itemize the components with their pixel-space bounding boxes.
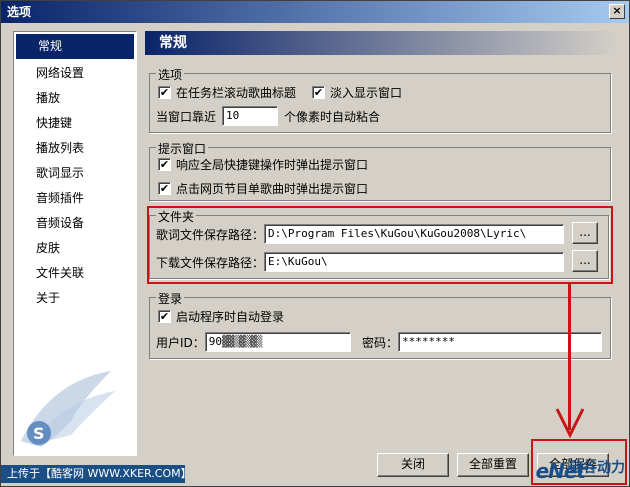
- login-group: 登录 ✔ 启动程序时自动登录 用户ID： 90▓▓▒▓▒▓▒ 密码： *****…: [149, 290, 611, 359]
- sidebar-item[interactable]: 音频插件: [14, 186, 136, 211]
- wing-logo-icon: S: [21, 371, 115, 447]
- window-title: 选项: [7, 5, 32, 19]
- snap-prefix: 当窗口靠近: [156, 109, 217, 124]
- close-button[interactable]: 关闭: [377, 453, 449, 477]
- auto-login-label: 启动程序时自动登录: [176, 310, 285, 324]
- password-label: 密码：: [362, 335, 399, 350]
- tips-group: 提示窗口 ✔ 响应全局快捷键操作时弹出提示窗口 ✔ 点击网页节目单歌曲时弹出提示…: [149, 140, 611, 201]
- scroll-title-label: 在任务栏滚动歌曲标题: [176, 86, 297, 100]
- title-bar: 选项 ×: [1, 1, 629, 23]
- snap-row: 当窗口靠近 10 个像素时自动粘合: [156, 106, 380, 126]
- checkbox-box[interactable]: ✔: [158, 310, 171, 323]
- enet-logo-cn: 硅谷动力: [569, 460, 625, 476]
- sidebar-item[interactable]: 文件关联: [14, 261, 136, 286]
- user-id-row: 用户ID： 90▓▓▒▓▒▓▒: [156, 332, 351, 352]
- tips-legend: 提示窗口: [156, 140, 209, 157]
- sidebar-item[interactable]: 皮肤: [14, 236, 136, 261]
- auto-login-checkbox[interactable]: ✔ 启动程序时自动登录: [158, 308, 284, 325]
- snap-pixels-input[interactable]: 10: [222, 106, 279, 126]
- sidebar-item[interactable]: 常规: [16, 34, 134, 59]
- web-popup-label: 点击网页节目单歌曲时弹出提示窗口: [176, 182, 369, 196]
- fade-in-checkbox[interactable]: ✔ 淡入显示窗口: [312, 84, 402, 101]
- login-legend: 登录: [156, 290, 185, 307]
- sidebar-item[interactable]: 播放: [14, 86, 136, 111]
- checkbox-box[interactable]: ✔: [158, 182, 171, 195]
- folder-highlight-box: [147, 206, 613, 284]
- user-id-blur: ▓▓▒▓▒▓▒: [222, 335, 262, 348]
- options-legend: 选项: [156, 66, 185, 83]
- checkbox-box[interactable]: ✔: [158, 86, 171, 99]
- svg-text:S: S: [33, 424, 45, 443]
- page-title: 常规: [145, 31, 619, 55]
- checkbox-box[interactable]: ✔: [158, 158, 171, 171]
- hotkey-popup-checkbox[interactable]: ✔ 响应全局快捷键操作时弹出提示窗口: [158, 156, 368, 173]
- options-window: 选项 × 常规 网络设置 播放 快捷键 播放列表 歌词显示 音频插件 音频设备 皮肤 文件关联 关于…: [0, 0, 630, 487]
- password-row: 密码： ********: [362, 332, 603, 352]
- user-id-value: 90: [208, 335, 223, 348]
- password-input[interactable]: ********: [398, 332, 603, 352]
- checkbox-box[interactable]: ✔: [312, 86, 325, 99]
- sidebar-item[interactable]: 音频设备: [14, 211, 136, 236]
- user-id-input[interactable]: 90▓▓▒▓▒▓▒: [204, 332, 351, 352]
- sidebar-item[interactable]: 播放列表: [14, 136, 136, 161]
- scroll-title-checkbox[interactable]: ✔ 在任务栏滚动歌曲标题: [158, 84, 296, 101]
- user-id-label: 用户ID：: [156, 335, 205, 350]
- reset-all-button[interactable]: 全部重置: [457, 453, 529, 477]
- hotkey-popup-label: 响应全局快捷键操作时弹出提示窗口: [176, 158, 369, 172]
- options-group: 选项 ✔ 在任务栏滚动歌曲标题 ✔ 淡入显示窗口 当窗口靠近 10 个像素时自动…: [149, 66, 611, 133]
- web-popup-checkbox[interactable]: ✔ 点击网页节目单歌曲时弹出提示窗口: [158, 180, 368, 197]
- close-window-button[interactable]: ×: [609, 4, 625, 19]
- fade-in-label: 淡入显示窗口: [330, 86, 403, 100]
- snap-suffix: 个像素时自动粘合: [284, 109, 381, 124]
- annotation-arrow-head-icon: [555, 408, 585, 439]
- sidebar-item[interactable]: 歌词显示: [14, 161, 136, 186]
- sidebar-item[interactable]: 网络设置: [14, 61, 136, 86]
- sidebar-item[interactable]: 快捷键: [14, 111, 136, 136]
- upload-watermark: 上传于【酷客网 WWW.XKER.COM】: [1, 465, 192, 483]
- sidebar-item[interactable]: 关于: [14, 286, 136, 311]
